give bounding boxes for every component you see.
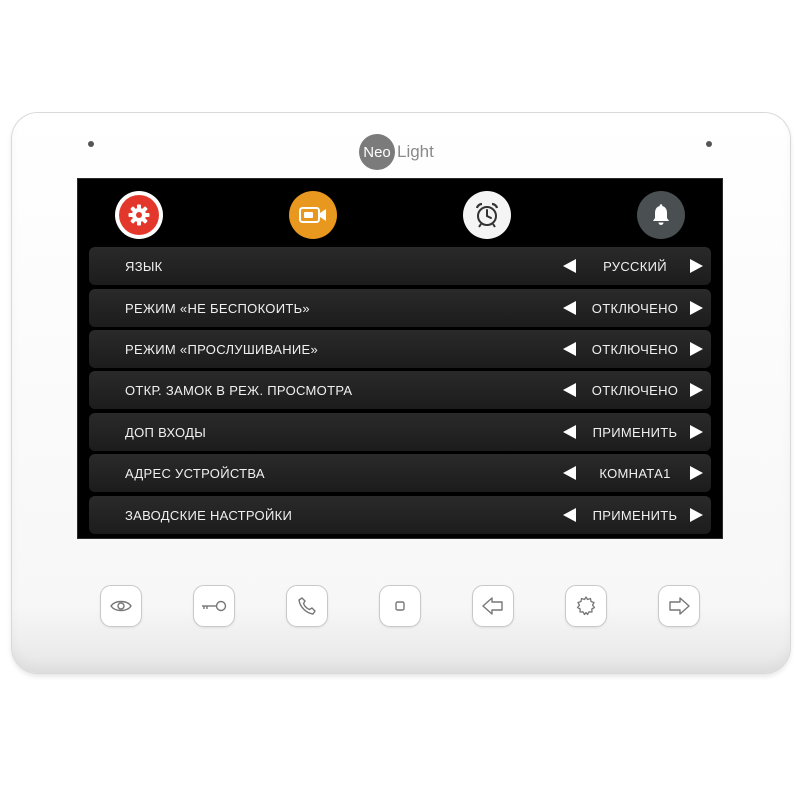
setting-label: ДОП ВХОДЫ (125, 425, 207, 440)
setting-label: РЕЖИМ «НЕ БЕСПОКОИТЬ» (125, 301, 310, 316)
forward-button[interactable] (658, 585, 700, 627)
settings-row-listening-mode[interactable]: РЕЖИМ «ПРОСЛУШИВАНИЕ» ОТКЛЮЧЕНО (89, 330, 711, 368)
arrow-left-icon[interactable] (563, 383, 576, 397)
alarm-clock-icon (475, 202, 499, 228)
arrow-left-icon[interactable] (563, 301, 576, 315)
setting-value: ОТКЛЮЧЕНО (591, 342, 679, 357)
unlock-button[interactable] (193, 585, 235, 627)
back-button[interactable] (472, 585, 514, 627)
setting-label: ОТКР. ЗАМОК В РЕЖ. ПРОСМОТРА (125, 383, 353, 398)
settings-row-device-address[interactable]: АДРЕС УСТРОЙСТВА КОМНАТА1 (89, 454, 711, 492)
logo-neo: Neo (359, 134, 395, 170)
display-screen: ЯЗЫК РУССКИЙ РЕЖИМ «НЕ БЕСПОКОИТЬ» ОТКЛЮ… (78, 179, 722, 538)
arrow-left-icon[interactable] (563, 342, 576, 356)
setting-label: АДРЕС УСТРОЙСТВА (125, 466, 265, 481)
bell-icon (653, 204, 669, 225)
arrow-right-icon[interactable] (690, 508, 703, 522)
setting-value: ОТКЛЮЧЕНО (591, 301, 679, 316)
arrow-right-icon[interactable] (690, 383, 703, 397)
arrow-right-icon (669, 597, 690, 615)
settings-row-extra-inputs[interactable]: ДОП ВХОДЫ ПРИМЕНИТЬ (89, 413, 711, 451)
call-button[interactable] (286, 585, 328, 627)
right-sensor (706, 141, 712, 147)
gear-icon (128, 204, 150, 226)
logo-light: Light (397, 142, 434, 161)
settings-row-unlock-in-view[interactable]: ОТКР. ЗАМОК В РЕЖ. ПРОСМОТРА ОТКЛЮЧЕНО (89, 371, 711, 409)
setting-value: ОТКЛЮЧЕНО (591, 383, 679, 398)
arrow-left-icon (482, 597, 503, 615)
arrow-left-icon[interactable] (563, 425, 576, 439)
settings-button[interactable] (565, 585, 607, 627)
settings-row-language[interactable]: ЯЗЫК РУССКИЙ (89, 247, 711, 285)
key-icon (202, 600, 227, 612)
stop-icon (395, 601, 405, 611)
eye-icon (110, 600, 132, 612)
setting-label: ЯЗЫК (125, 259, 163, 274)
setting-value: ПРИМЕНИТЬ (592, 425, 678, 440)
camera-icon (299, 207, 326, 223)
left-sensor (88, 141, 94, 147)
setting-value: КОМНАТА1 (599, 466, 671, 481)
phone-icon (298, 597, 316, 615)
tab-settings[interactable] (115, 191, 163, 239)
arrow-right-icon[interactable] (690, 342, 703, 356)
arrow-right-icon[interactable] (690, 466, 703, 480)
tab-alarm[interactable] (463, 191, 511, 239)
brand-logo: Neo Light (359, 133, 434, 171)
arrow-right-icon[interactable] (690, 259, 703, 273)
arrow-left-icon[interactable] (563, 259, 576, 273)
monitor-button[interactable] (100, 585, 142, 627)
arrow-right-icon[interactable] (690, 425, 703, 439)
arrow-right-icon[interactable] (690, 301, 703, 315)
setting-label: ЗАВОДСКИЕ НАСТРОЙКИ (125, 508, 293, 523)
arrow-left-icon[interactable] (563, 508, 576, 522)
gear-icon (576, 596, 596, 616)
setting-value: ПРИМЕНИТЬ (592, 508, 678, 523)
tab-video[interactable] (289, 191, 337, 239)
setting-value: РУССКИЙ (603, 259, 667, 274)
stop-button[interactable] (379, 585, 421, 627)
settings-row-do-not-disturb[interactable]: РЕЖИМ «НЕ БЕСПОКОИТЬ» ОТКЛЮЧЕНО (89, 289, 711, 327)
settings-row-factory-reset[interactable]: ЗАВОДСКИЕ НАСТРОЙКИ ПРИМЕНИТЬ (89, 496, 711, 534)
arrow-left-icon[interactable] (563, 466, 576, 480)
tab-notifications[interactable] (637, 191, 685, 239)
setting-label: РЕЖИМ «ПРОСЛУШИВАНИЕ» (125, 342, 319, 357)
